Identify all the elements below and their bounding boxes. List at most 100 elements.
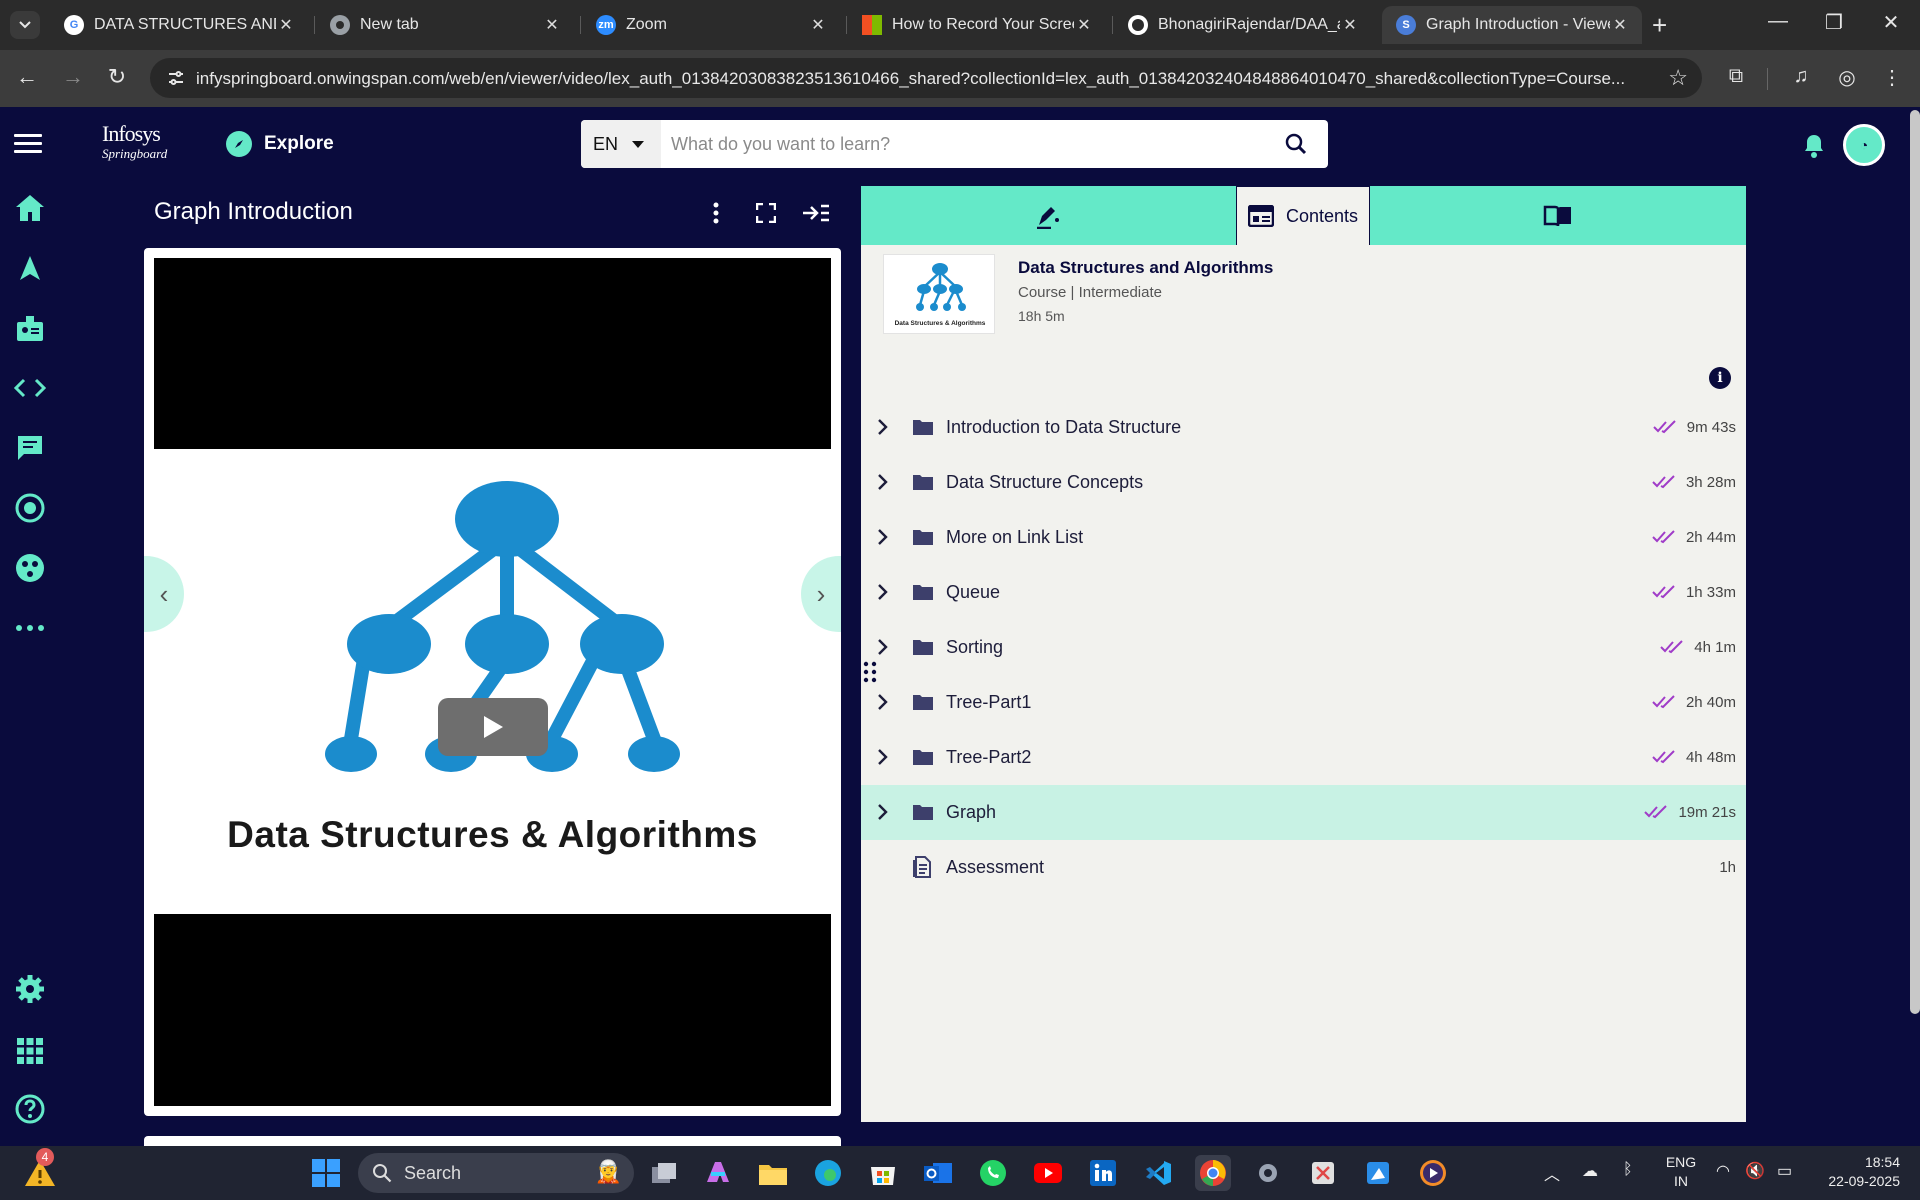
media-control-icon[interactable]: ♫ [1787,65,1815,93]
omnibox[interactable]: infyspringboard.onwingspan.com/web/en/vi… [150,58,1702,98]
apps-grid-icon[interactable] [12,1033,48,1069]
browser-tab[interactable]: New tab ✕ [316,6,574,44]
chevron-right-icon[interactable] [877,418,889,436]
wifi-icon[interactable]: ◠ [1716,1161,1730,1181]
tab-close-icon[interactable]: ✕ [1610,15,1630,35]
settings-gear-icon[interactable] [12,971,48,1007]
tab-close-icon[interactable]: ✕ [276,15,296,35]
hamburger-menu-icon[interactable] [14,134,42,158]
minimize-button[interactable]: — [1758,10,1798,33]
browser-tab-active[interactable]: S Graph Introduction - Viewer ✕ [1382,6,1642,44]
snipping-tool-icon[interactable] [1305,1155,1341,1191]
outlook-icon[interactable] [920,1155,956,1191]
chat-icon[interactable] [12,430,48,466]
system-clock[interactable]: 18:54 22-09-2025 [1816,1153,1900,1191]
settings-taskbar-icon[interactable] [1250,1155,1286,1191]
whatsapp-icon[interactable] [975,1155,1011,1191]
bluetooth-icon[interactable]: ᛒ [1623,1161,1633,1179]
module-row[interactable]: Queue 1h 33m [861,565,1746,620]
browser-menu-icon[interactable]: ⋮ [1878,65,1906,93]
new-tab-button[interactable]: + [1652,10,1667,41]
forward-button[interactable]: → [58,64,88,90]
copilot-icon[interactable] [700,1155,736,1191]
community-icon[interactable] [12,550,48,586]
browser-tab[interactable]: G DATA STRUCTURES AND A ✕ [50,6,308,44]
search-icon[interactable] [1284,132,1308,156]
module-row[interactable]: Sorting 4h 1m [861,620,1746,675]
notification-bell-icon[interactable] [1802,133,1826,159]
profile-icon[interactable]: ◎ [1833,65,1861,93]
play-button[interactable] [438,698,548,756]
youtube-icon[interactable] [1030,1155,1066,1191]
tab-close-icon[interactable]: ✕ [808,15,828,35]
windows-start-icon[interactable] [308,1155,344,1191]
module-row[interactable]: Data Structure Concepts 3h 28m [861,455,1746,510]
linkedin-icon[interactable] [1085,1155,1121,1191]
task-view-icon[interactable] [646,1155,682,1191]
browser-tab[interactable]: How to Record Your Screen ✕ [848,6,1106,44]
media-player-icon[interactable] [1415,1155,1451,1191]
chevron-right-icon[interactable] [877,693,889,711]
chevron-right-icon[interactable] [877,528,889,546]
file-explorer-icon[interactable] [755,1155,791,1191]
tab-notes[interactable] [861,186,1236,245]
fullscreen-icon[interactable] [755,202,777,228]
video-player[interactable]: Data Structures & Algorithms [144,248,841,1116]
tab-close-icon[interactable]: ✕ [1074,15,1094,35]
chevron-right-icon[interactable] [877,803,889,821]
course-name[interactable]: Data Structures and Algorithms [1018,258,1273,278]
chrome-taskbar-icon[interactable] [1195,1155,1231,1191]
module-row[interactable]: Graph 19m 21s [861,785,1746,840]
edge-icon[interactable] [810,1155,846,1191]
badge-icon[interactable] [12,310,48,346]
microsoft-store-icon[interactable] [865,1155,901,1191]
more-options-icon[interactable] [12,610,48,646]
more-vertical-icon[interactable] [706,200,726,233]
tab-resources[interactable] [1370,186,1746,245]
back-button[interactable]: ← [12,64,42,90]
module-row[interactable]: More on Link List 2h 44m [861,510,1746,565]
bookmark-star-icon[interactable]: ☆ [1668,65,1688,91]
collapse-panel-icon[interactable] [802,204,830,227]
explore-link[interactable]: Explore [226,131,334,157]
home-icon[interactable] [12,190,48,226]
tab-close-icon[interactable]: ✕ [1340,15,1360,35]
target-icon[interactable] [12,490,48,526]
site-settings-icon[interactable] [166,68,186,88]
chevron-right-icon[interactable] [877,583,889,601]
close-window-button[interactable]: ✕ [1871,10,1911,35]
infosys-springboard-logo[interactable]: Infosys Springboard [102,123,168,169]
browser-tab[interactable]: BhonagiriRajendar/DAA_as ✕ [1114,6,1372,44]
module-row[interactable]: Assessment 1h [861,840,1746,895]
onedrive-error-icon[interactable]: ☁ [1582,1161,1598,1181]
browser-tab[interactable]: zm Zoom ✕ [582,6,840,44]
module-row[interactable]: Tree-Part2 4h 48m [861,730,1746,785]
taskbar-search-box[interactable]: Search 🧝 [358,1153,634,1193]
input-language-indicator[interactable]: ENG IN [1664,1153,1698,1191]
tab-close-icon[interactable]: ✕ [542,15,562,35]
navigation-arrow-icon[interactable] [12,250,48,286]
battery-icon[interactable]: ▭ [1777,1161,1792,1181]
search-input[interactable] [671,120,1231,168]
vscode-icon[interactable] [1140,1155,1176,1191]
extensions-icon[interactable]: ⧉ [1722,65,1750,93]
chevron-right-icon[interactable] [877,473,889,491]
module-row[interactable]: Tree-Part1 2h 40m [861,675,1746,730]
reload-button[interactable]: ↻ [102,64,132,90]
drag-handle-icon[interactable] [863,661,877,683]
tab-contents[interactable]: Contents [1236,186,1370,245]
tab-search-button[interactable] [10,11,40,39]
chevron-right-icon[interactable] [877,638,889,656]
help-icon[interactable] [12,1091,48,1127]
chevron-right-icon[interactable] [877,748,889,766]
speaker-muted-icon[interactable]: 🔇 [1745,1161,1765,1181]
user-avatar[interactable]: ◔ [1843,124,1885,166]
info-icon[interactable]: i [1709,367,1731,389]
language-select[interactable]: EN [581,120,661,168]
code-icon[interactable] [12,370,48,406]
restore-button[interactable]: ❐ [1814,10,1854,35]
page-scrollbar[interactable] [1910,110,1920,1014]
paint-icon[interactable] [1360,1155,1396,1191]
module-row[interactable]: Introduction to Data Structure 9m 43s [861,400,1746,455]
show-hidden-icons-chevron-icon[interactable]: ︿ [1544,1161,1560,1185]
